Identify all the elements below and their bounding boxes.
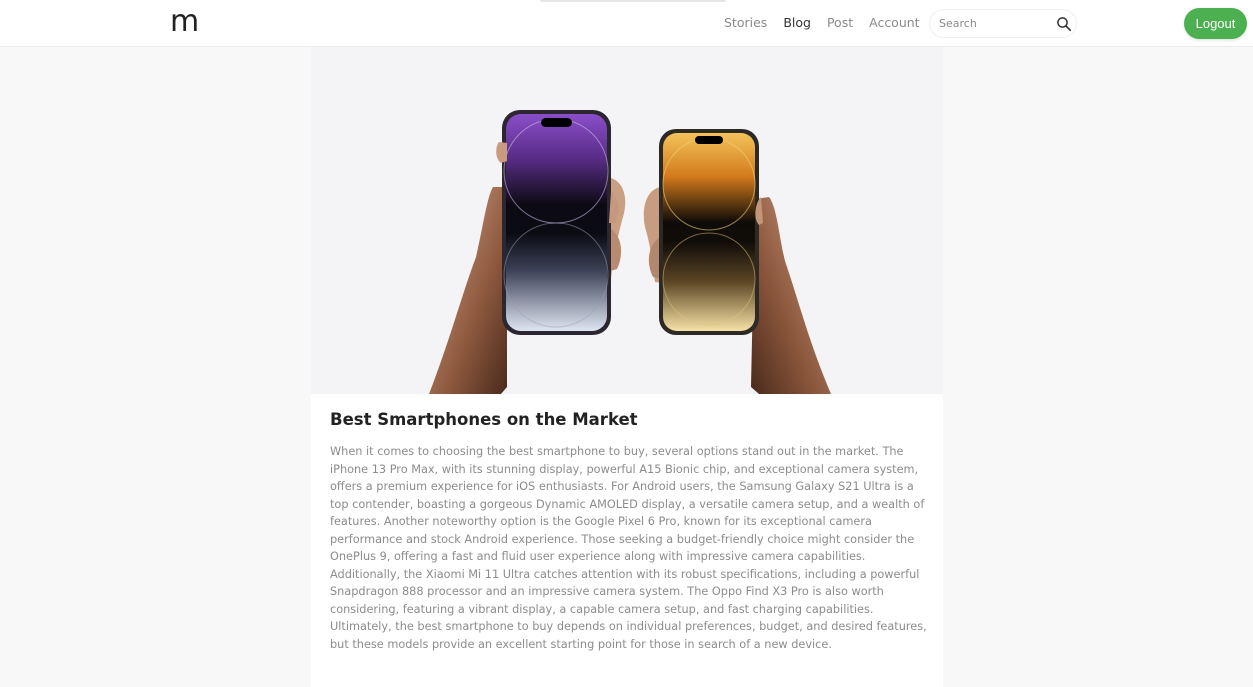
nav-link-post[interactable]: Post [827, 15, 853, 30]
nav-links: Stories Blog Post Account [724, 15, 936, 30]
search-icon[interactable] [1056, 16, 1072, 32]
post-hero-image [311, 47, 943, 394]
search-box [929, 9, 1077, 38]
phones-illustration [429, 110, 831, 394]
nav-link-stories[interactable]: Stories [724, 15, 767, 30]
logout-button[interactable]: Logout [1184, 8, 1247, 39]
nav-link-blog[interactable]: Blog [783, 15, 811, 30]
site-logo[interactable]: m [170, 4, 199, 40]
nav-divider [540, 0, 726, 2]
blog-post-card: Best Smartphones on the Market When it c… [311, 47, 943, 687]
nav-link-account[interactable]: Account [869, 15, 919, 30]
search-input[interactable] [939, 15, 1049, 32]
post-title: Best Smartphones on the Market [330, 410, 638, 429]
top-navbar: m Stories Blog Post Account Logout [0, 0, 1253, 47]
post-body: When it comes to choosing the best smart… [330, 445, 927, 652]
